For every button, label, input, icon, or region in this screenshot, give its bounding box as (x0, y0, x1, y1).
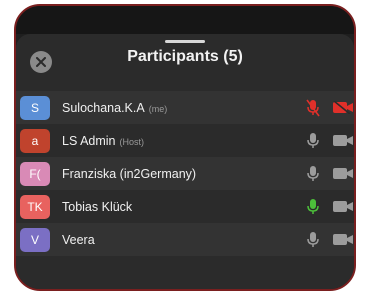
participant-role: (me) (148, 103, 168, 114)
video-camera-icon[interactable] (332, 200, 354, 213)
avatar: V (20, 227, 50, 252)
participant-name: Tobias Klück (62, 200, 132, 214)
participant-row[interactable]: TK Tobias Klück (16, 190, 354, 223)
video-camera-icon[interactable] (332, 233, 354, 246)
participant-row[interactable]: V Veera (16, 223, 354, 256)
microphone-active-icon[interactable] (306, 198, 320, 216)
sheet-grabber[interactable] (165, 40, 205, 43)
participant-row[interactable]: F( Franziska (in2Germany) (16, 157, 354, 190)
page-title: Participants (5) (127, 48, 243, 65)
participant-list: S Sulochana.K.A (me) a LS Admin (Host) F… (16, 91, 354, 256)
participant-name: Franziska (in2Germany) (62, 167, 196, 181)
microphone-icon[interactable] (306, 165, 320, 183)
participant-name: Sulochana.K.A (me) (62, 101, 167, 115)
participant-name-text: Franziska (in2Germany) (62, 166, 197, 181)
video-camera-icon[interactable] (332, 167, 354, 180)
participant-row[interactable]: S Sulochana.K.A (me) (16, 91, 354, 124)
avatar: a (20, 128, 50, 153)
participant-name-text: Sulochana.K.A (62, 100, 145, 115)
participant-name: LS Admin (Host) (62, 134, 144, 148)
participant-name-text: Veera (62, 232, 95, 247)
microphone-icon[interactable] (306, 132, 320, 150)
microphone-icon[interactable] (306, 231, 320, 249)
status-area (16, 6, 354, 34)
microphone-muted-icon[interactable] (306, 99, 320, 117)
avatar: F( (20, 161, 50, 186)
participant-name-text: Tobias Klück (62, 199, 133, 214)
participant-name-text: LS Admin (62, 133, 116, 148)
video-camera-icon[interactable] (332, 134, 354, 147)
participants-sheet: Participants (5) S Sulochana.K.A (me) a … (16, 34, 354, 289)
phone-frame: Participants (5) S Sulochana.K.A (me) a … (14, 4, 356, 291)
avatar: TK (20, 194, 50, 219)
participant-role: (Host) (119, 136, 145, 147)
participant-row[interactable]: a LS Admin (Host) (16, 124, 354, 157)
video-camera-off-icon[interactable] (332, 101, 354, 114)
avatar: S (20, 95, 50, 120)
participant-name: Veera (62, 233, 95, 247)
